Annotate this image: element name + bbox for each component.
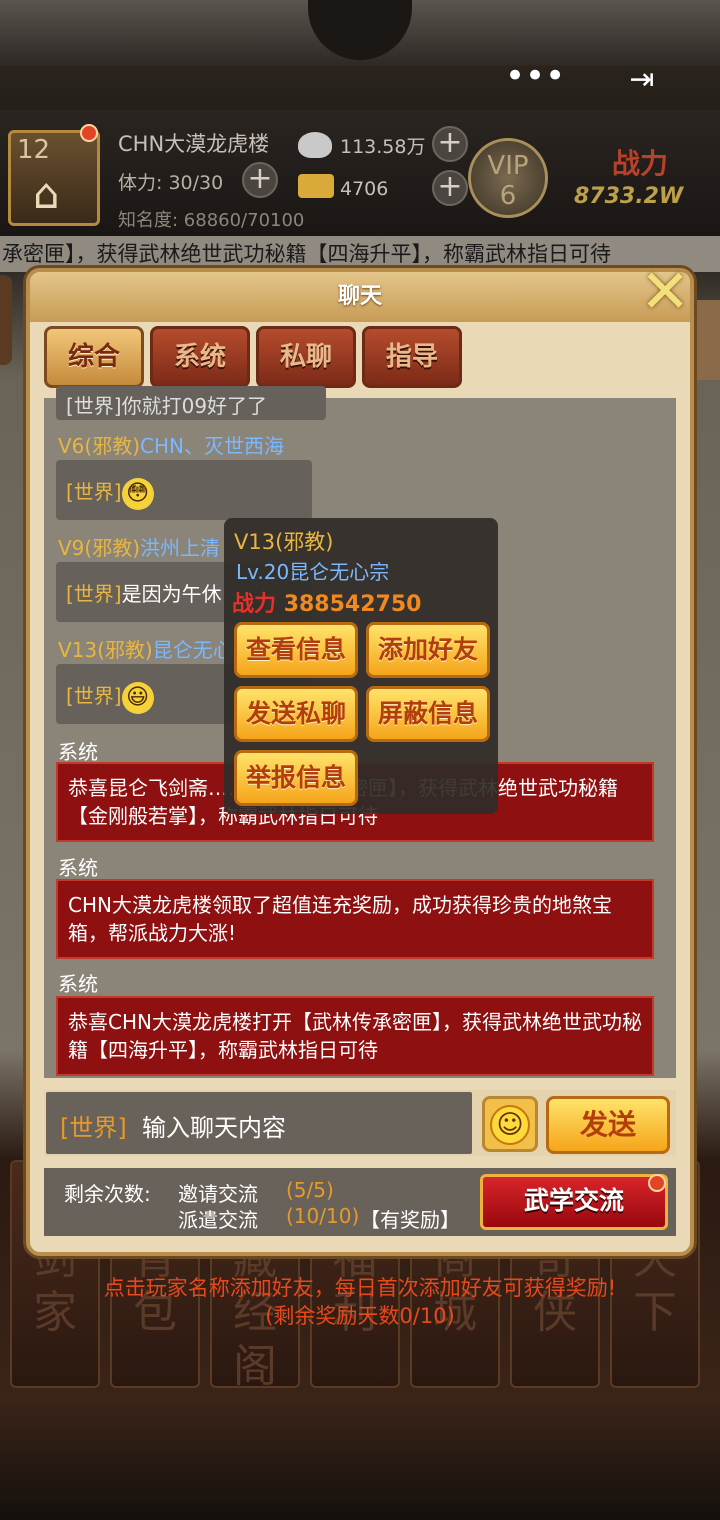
popup-guild: Lv.20昆仑无心宗 — [236, 560, 390, 584]
more-menu-icon[interactable]: ••• — [505, 56, 565, 104]
silver-value: 113.58万 — [340, 136, 426, 158]
hint-line-1: 点击玩家名称添加好友，每日首次添加好友可获得奖励! — [103, 1276, 617, 1300]
fame-value: 知名度: 68860/70100 — [118, 210, 305, 231]
add-gold-button[interactable]: + — [432, 170, 468, 206]
quota-label: 剩余次数: — [64, 1182, 151, 1206]
sender-name[interactable]: 洪州上清 — [140, 536, 220, 560]
close-icon[interactable]: ✕ — [640, 262, 700, 322]
chat-sender[interactable]: V13(邪教)昆仑无心 — [58, 634, 233, 663]
popup-power-value: 388542750 — [283, 592, 422, 617]
sender-name[interactable]: 昆仑无心 — [153, 638, 233, 662]
sender-vip: V6(邪教) — [58, 434, 141, 458]
sender-name[interactable]: CHN、灭世西海 — [140, 434, 284, 458]
gold-ingot-icon — [298, 174, 334, 198]
system-message: 恭喜CHN大漠龙虎楼打开【武林传承密匣】，获得武林绝世武功秘籍【四海升平】，称霸… — [56, 996, 654, 1076]
system-label: 系统 — [58, 740, 98, 764]
tab-system[interactable]: 系统 — [150, 326, 250, 388]
sender-vip: V13(邪教) — [58, 638, 153, 662]
system-label: 系统 — [58, 856, 98, 880]
cut-off-message: [世界]你就打09好了了 — [56, 386, 326, 420]
pagoda-icon: ⌂ — [33, 169, 60, 218]
exit-icon[interactable]: ⇥ — [618, 56, 666, 104]
add-stamina-button[interactable]: + — [242, 162, 278, 198]
flushed-emoji-icon: 😳 — [121, 477, 154, 510]
dispatch-value: (10/10) — [286, 1204, 360, 1228]
martial-exchange-button[interactable]: 武学交流 — [480, 1174, 668, 1230]
gold-value: 4706 — [340, 178, 389, 200]
reward-tag: 【有奖励】 — [360, 1208, 460, 1232]
tab-guide[interactable]: 指导 — [362, 326, 462, 388]
vip-level: 6 — [499, 181, 517, 211]
system-message: CHN大漠龙虎楼领取了超值连充奖励，成功获得珍贵的地煞宝箱，帮派战力大涨! — [56, 879, 654, 959]
smile-icon: ☺ — [490, 1105, 530, 1145]
bubble-text: 是因为午休 — [121, 582, 222, 606]
chat-bubble: [世界] 😳 — [56, 460, 312, 520]
power-value: 8733.2W — [574, 184, 684, 209]
invite-value: (5/5) — [286, 1178, 334, 1202]
panel-title: 聊天 — [30, 272, 690, 322]
popup-power: 战力 388542750 — [232, 586, 421, 618]
player-name[interactable]: CHN大漠龙虎楼 — [118, 128, 269, 158]
power-label: 战力 — [612, 147, 669, 180]
smile-emoji-icon: 😃 — [121, 681, 154, 714]
input-channel[interactable]: [世界] — [60, 1108, 127, 1143]
send-private-button[interactable]: 发送私聊 — [234, 686, 358, 742]
avatar-notification-dot — [80, 124, 98, 142]
vip-text: VIP — [487, 151, 529, 181]
bubble-channel: [世界] — [66, 582, 122, 606]
exchange-notification-dot — [648, 1174, 666, 1192]
silver-ingot-icon — [298, 132, 332, 158]
add-friend-button[interactable]: 添加好友 — [366, 622, 490, 678]
tab-general[interactable]: 综合 — [44, 326, 144, 388]
friend-hint: 点击玩家名称添加好友，每日首次添加好友可获得奖励! (剩余奖励天数0/10) — [0, 1274, 720, 1330]
chat-input-placeholder[interactable]: 输入聊天内容 — [142, 1108, 286, 1143]
add-silver-button[interactable]: + — [432, 126, 468, 162]
dispatch-label: 派遣交流 — [178, 1208, 258, 1232]
hint-line-2: (剩余奖励天数0/10) — [265, 1304, 455, 1328]
popup-power-label: 战力 — [232, 592, 277, 617]
popup-vip: V13(邪教) — [234, 530, 334, 554]
block-info-button[interactable]: 屏蔽信息 — [366, 686, 490, 742]
avatar[interactable]: 12 ⌂ — [8, 130, 100, 226]
send-button[interactable]: 发送 — [546, 1096, 670, 1154]
system-label: 系统 — [58, 972, 98, 996]
emoji-button[interactable]: ☺ — [482, 1096, 538, 1152]
bubble-channel: [世界] — [66, 684, 122, 708]
invite-label: 邀请交流 — [178, 1182, 258, 1206]
view-info-button[interactable]: 查看信息 — [234, 622, 358, 678]
side-button-left[interactable] — [0, 275, 12, 365]
sender-vip: V9(邪教) — [58, 536, 141, 560]
tab-private[interactable]: 私聊 — [256, 326, 356, 388]
vip-badge[interactable]: VIP 6 — [468, 138, 548, 218]
stamina-value: 体力: 30/30 — [118, 172, 224, 194]
broadcast-marquee: 承密匣】，获得武林绝世武功秘籍【四海升平】，称霸武林指日可待 — [0, 236, 720, 272]
bubble-channel: [世界] — [66, 480, 122, 504]
chat-sender[interactable]: V9(邪教)洪州上清 — [58, 532, 220, 561]
report-info-button[interactable]: 举报信息 — [234, 750, 358, 806]
chat-sender[interactable]: V6(邪教)CHN、灭世西海 — [58, 430, 284, 459]
player-level: 12 — [17, 135, 51, 165]
